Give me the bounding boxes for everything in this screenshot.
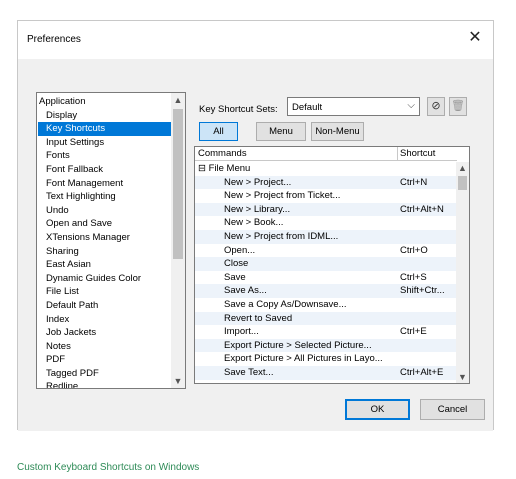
command-cell: New > Project from Ticket... bbox=[224, 190, 341, 202]
scroll-up-icon[interactable]: ▲ bbox=[456, 162, 469, 175]
command-cell: Revert to Saved bbox=[224, 312, 293, 324]
trash-icon[interactable]: 🗑 bbox=[449, 97, 467, 116]
command-cell: Export Picture > Selected Picture... bbox=[224, 339, 372, 351]
chevron-down-icon: ⌵ bbox=[407, 100, 415, 111]
command-cell: New > Book... bbox=[224, 217, 284, 229]
cancel-button[interactable]: Cancel bbox=[420, 399, 485, 420]
category-item[interactable]: File List bbox=[38, 285, 172, 299]
category-item[interactable]: Open and Save bbox=[38, 217, 172, 231]
table-row[interactable]: Import... Ctrl+E bbox=[195, 325, 457, 339]
table-row[interactable]: Save Text... Ctrl+Alt+E bbox=[195, 365, 457, 380]
category-item[interactable]: Index bbox=[38, 313, 172, 327]
shortcut-cell: Ctrl+O bbox=[400, 244, 428, 256]
category-item[interactable]: XTensions Manager bbox=[38, 231, 172, 245]
command-cell: Import... bbox=[224, 326, 259, 338]
shortcut-cell: Ctrl+Alt+N bbox=[400, 203, 444, 215]
command-cell: Open... bbox=[224, 244, 256, 256]
table-row[interactable]: Open... Ctrl+O bbox=[195, 244, 457, 258]
key-shortcut-sets-select[interactable]: Default ⌵ bbox=[287, 97, 420, 116]
figure-caption: Custom Keyboard Shortcuts on Windows bbox=[17, 462, 200, 473]
dialog-body: Application Display Key Shortcuts Input Set… bbox=[18, 59, 493, 431]
table-header: Commands Shortcut bbox=[195, 147, 457, 161]
close-icon[interactable]: ✕ bbox=[467, 29, 483, 47]
category-item[interactable]: Undo bbox=[38, 204, 172, 218]
scroll-thumb[interactable] bbox=[173, 109, 183, 259]
category-item[interactable]: Font Fallback bbox=[38, 163, 172, 177]
command-cell: Save bbox=[224, 271, 246, 283]
filter-all-button[interactable]: All bbox=[199, 122, 238, 141]
new-set-icon[interactable]: ⊘ bbox=[427, 97, 445, 116]
table-row[interactable]: New > Project from Ticket... bbox=[195, 189, 457, 203]
dialog-title: Preferences bbox=[27, 34, 81, 45]
command-cell: Close bbox=[224, 258, 249, 270]
shortcut-cell: Ctrl+S bbox=[400, 271, 427, 283]
category-item[interactable]: PDF bbox=[38, 353, 172, 367]
table-row[interactable]: Export Picture > All Pictures in Layo... bbox=[195, 352, 457, 366]
category-item[interactable]: Application bbox=[38, 95, 172, 109]
category-item[interactable]: Default Path bbox=[38, 299, 172, 313]
title-bar: Preferences ✕ bbox=[18, 21, 493, 59]
category-item[interactable]: Display bbox=[38, 109, 172, 123]
category-item[interactable]: Redline bbox=[38, 380, 172, 388]
ok-button[interactable]: OK bbox=[345, 399, 410, 420]
shortcut-cell: Shift+Ctr... bbox=[400, 285, 445, 297]
filter-non-menu-button[interactable]: Non-Menu bbox=[311, 122, 364, 141]
shortcut-cell: Ctrl+E bbox=[400, 326, 427, 338]
category-item[interactable]: Input Settings bbox=[38, 136, 172, 150]
category-items: Application Display Key Shortcuts Input Set… bbox=[38, 95, 172, 388]
category-item[interactable]: Key Shortcuts bbox=[38, 122, 172, 136]
command-cell: ⊟ File Menu bbox=[198, 163, 251, 174]
command-cell: Export Picture > All Pictures in Layo... bbox=[224, 353, 383, 365]
table-row[interactable]: Export Picture > Selected Picture... bbox=[195, 338, 457, 353]
category-list[interactable]: Application Display Key Shortcuts Input Set… bbox=[36, 92, 186, 389]
command-cell: Save Text... bbox=[224, 366, 274, 378]
category-item[interactable]: Tagged PDF bbox=[38, 367, 172, 381]
category-item[interactable]: Dynamic Guides Color bbox=[38, 272, 172, 286]
table-row[interactable]: Save As... Shift+Ctr... bbox=[195, 284, 457, 298]
category-item[interactable]: East Asian bbox=[38, 258, 172, 272]
shortcut-cell: Ctrl+Alt+E bbox=[400, 366, 444, 378]
scroll-up-icon[interactable]: ▲ bbox=[171, 93, 185, 107]
table-row[interactable]: Save Ctrl+S bbox=[195, 271, 457, 285]
preferences-dialog: Preferences ✕ Application Display Key Shor… bbox=[17, 20, 494, 431]
table-row[interactable]: Revert to Saved bbox=[195, 311, 457, 326]
category-item[interactable]: Job Jackets bbox=[38, 326, 172, 340]
commands-table[interactable]: Commands Shortcut ⊟ File Menu New > Proje… bbox=[194, 146, 470, 384]
filter-menu-button[interactable]: Menu bbox=[256, 122, 306, 141]
scroll-down-icon[interactable]: ▼ bbox=[171, 374, 185, 388]
shortcut-cell: Ctrl+N bbox=[400, 176, 428, 188]
category-item[interactable]: Font Management bbox=[38, 177, 172, 191]
category-item[interactable]: Fonts bbox=[38, 149, 172, 163]
table-row[interactable]: New > Project from IDML... bbox=[195, 229, 457, 244]
table-row[interactable]: New > Book... bbox=[195, 216, 457, 230]
command-cell: New > Project from IDML... bbox=[224, 230, 339, 242]
table-row[interactable]: ⊟ File Menu bbox=[195, 162, 457, 176]
table-row[interactable]: New > Project... Ctrl+N bbox=[195, 175, 457, 190]
scroll-thumb[interactable] bbox=[458, 176, 467, 190]
table-row[interactable]: Close bbox=[195, 257, 457, 271]
table-row[interactable]: Save a Copy As/Downsave... bbox=[195, 298, 457, 312]
column-header-commands[interactable]: Commands bbox=[198, 148, 247, 159]
command-cell: Save As... bbox=[224, 285, 267, 297]
selected-set-value: Default bbox=[292, 102, 323, 113]
table-row[interactable]: New > Library... Ctrl+Alt+N bbox=[195, 202, 457, 217]
scroll-down-icon[interactable]: ▼ bbox=[456, 371, 469, 383]
key-shortcut-sets-label: Key Shortcut Sets: bbox=[199, 104, 278, 115]
column-header-shortcut[interactable]: Shortcut bbox=[397, 147, 457, 160]
table-rows: ⊟ File Menu New > Project... Ctrl+N New > P… bbox=[195, 162, 457, 380]
command-cell: Save a Copy As/Downsave... bbox=[224, 298, 347, 310]
category-item[interactable]: Text Highlighting bbox=[38, 190, 172, 204]
category-item[interactable]: Notes bbox=[38, 340, 172, 354]
category-scrollbar[interactable]: ▲ ▼ bbox=[171, 93, 185, 388]
category-item[interactable]: Sharing bbox=[38, 245, 172, 259]
command-cell: New > Project... bbox=[224, 176, 292, 188]
command-cell: New > Library... bbox=[224, 203, 291, 215]
commands-scrollbar[interactable]: ▲ ▼ bbox=[456, 162, 469, 383]
